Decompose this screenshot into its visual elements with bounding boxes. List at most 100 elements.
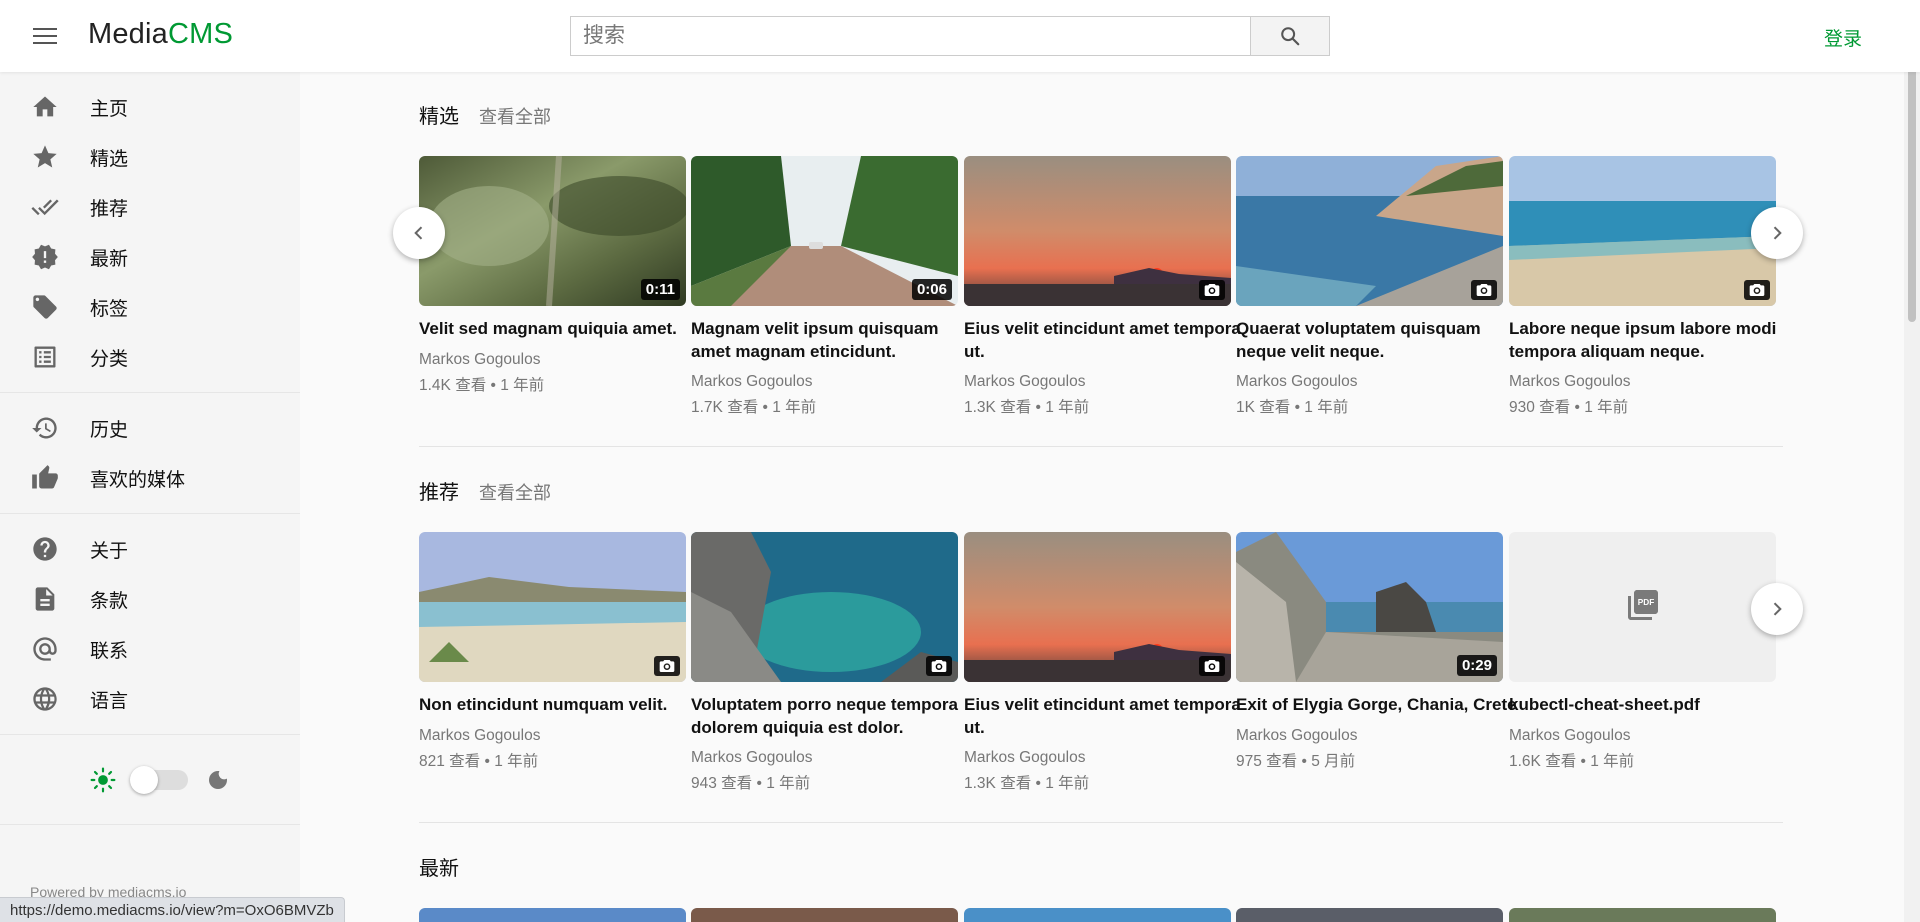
media-author[interactable]: Markos Gogoulos bbox=[691, 749, 812, 767]
media-thumbnail[interactable]: 0:29 bbox=[1236, 532, 1503, 682]
sidebar-item-label: 分类 bbox=[90, 348, 129, 370]
media-author[interactable]: Markos Gogoulos bbox=[1236, 727, 1357, 745]
media-meta: 1.3K 查看 • 1 年前 bbox=[964, 775, 1090, 792]
title-line: Labore neque ipsum labore modi bbox=[1509, 319, 1777, 338]
camera-icon bbox=[1476, 284, 1492, 296]
media-meta: 1.7K 查看 • 1 年前 bbox=[691, 399, 817, 416]
media-author[interactable]: Markos Gogoulos bbox=[964, 749, 1085, 767]
media-title[interactable]: Velit sed magnam quiquia amet. bbox=[419, 317, 691, 340]
media-title[interactable]: Eius velit etincidunt amet tempora ut. bbox=[964, 317, 1241, 363]
sidebar-item-contact[interactable]: 联系 bbox=[0, 624, 300, 674]
sidebar-item-terms[interactable]: 条款 bbox=[0, 574, 300, 624]
media-thumbnail[interactable]: PDF bbox=[1509, 532, 1776, 682]
camera-icon bbox=[1749, 284, 1765, 296]
media-author[interactable]: Markos Gogoulos bbox=[1509, 373, 1630, 391]
sidebar-item-label: 标签 bbox=[90, 298, 129, 320]
list-icon bbox=[34, 346, 56, 368]
media-thumbnail[interactable] bbox=[1509, 908, 1776, 922]
media-author[interactable]: Markos Gogoulos bbox=[691, 373, 812, 391]
logo[interactable]: MediaCMS bbox=[88, 18, 233, 51]
media-title[interactable]: Labore neque ipsum labore modi tempora al… bbox=[1509, 317, 1781, 363]
media-thumbnail[interactable] bbox=[964, 156, 1231, 306]
duration-badge: 0:29 bbox=[1456, 655, 1497, 676]
sidebar-user-group: 历史 喜欢的媒体 bbox=[0, 393, 300, 514]
moon-icon bbox=[209, 770, 227, 789]
section-title: 推荐 bbox=[419, 482, 459, 504]
media-thumbnail[interactable] bbox=[419, 908, 686, 922]
toggle-knob[interactable] bbox=[130, 765, 158, 794]
search-input[interactable] bbox=[570, 16, 1250, 56]
media-thumbnail[interactable]: 0:06 bbox=[691, 156, 958, 306]
carousel-next-button[interactable] bbox=[1751, 207, 1803, 259]
sidebar-item-label: 喜欢的媒体 bbox=[90, 469, 186, 491]
media-author[interactable]: Markos Gogoulos bbox=[419, 351, 540, 369]
sidebar-item-recommended[interactable]: 推荐 bbox=[0, 182, 300, 232]
media-thumbnail[interactable] bbox=[1236, 908, 1503, 922]
media-thumbnail[interactable] bbox=[419, 532, 686, 682]
carousel-next-button[interactable] bbox=[1751, 583, 1803, 635]
media-title[interactable]: Voluptatem porro neque tempora dolorem qu… bbox=[691, 693, 963, 739]
help-icon bbox=[33, 537, 57, 561]
sidebar-item-about[interactable]: 关于 bbox=[0, 524, 300, 574]
carousel-prev-button[interactable] bbox=[393, 207, 445, 259]
sidebar-item-label: 关于 bbox=[90, 540, 129, 562]
tag-icon bbox=[33, 295, 57, 319]
sidebar-item-home[interactable]: 主页 bbox=[0, 82, 300, 132]
media-meta: 943 查看 • 1 年前 bbox=[691, 775, 811, 792]
photo-badge bbox=[1199, 656, 1225, 676]
media-thumbnail[interactable]: 0:11 bbox=[419, 156, 686, 306]
media-author[interactable]: Markos Gogoulos bbox=[1236, 373, 1357, 391]
media-title[interactable]: Non etincidunt numquam velit. bbox=[419, 693, 691, 716]
hamburger-menu-icon[interactable] bbox=[28, 22, 62, 50]
media-title[interactable]: Magnam velit ipsum quisquam amet magnam e… bbox=[691, 317, 963, 363]
media-thumbnail[interactable] bbox=[964, 532, 1231, 682]
sidebar-item-categories[interactable]: 分类 bbox=[0, 332, 300, 382]
sidebar-item-label: 推荐 bbox=[90, 198, 129, 220]
home-icon bbox=[33, 96, 57, 117]
view-all-link[interactable]: 查看全部 bbox=[479, 103, 551, 129]
sidebar-item-tags[interactable]: 标签 bbox=[0, 282, 300, 332]
media-title[interactable]: Quaerat voluptatem quisquam neque velit n… bbox=[1236, 317, 1508, 363]
media-meta: 975 查看 • 5 月前 bbox=[1236, 753, 1356, 770]
chevron-left-icon bbox=[414, 226, 423, 240]
media-thumbnail[interactable] bbox=[691, 532, 958, 682]
sun-icon bbox=[90, 767, 116, 792]
media-author[interactable]: Markos Gogoulos bbox=[964, 373, 1085, 391]
sidebar-item-liked-media[interactable]: 喜欢的媒体 bbox=[0, 453, 300, 503]
section-recommended: 推荐 查看全部 bbox=[419, 476, 1783, 505]
at-icon bbox=[33, 637, 57, 661]
media-title[interactable]: Eius velit etincidunt amet tempora ut. bbox=[964, 693, 1241, 739]
pdf-file-icon: PDF bbox=[1628, 590, 1658, 620]
media-thumbnail[interactable] bbox=[691, 908, 958, 922]
view-all-link[interactable]: 查看全部 bbox=[479, 479, 551, 505]
sidebar-item-latest[interactable]: 最新 bbox=[0, 232, 300, 282]
thumbs-up-icon bbox=[32, 465, 58, 489]
title-line: ut. bbox=[964, 718, 985, 737]
media-thumbnail[interactable] bbox=[1509, 156, 1776, 306]
media-author[interactable]: Markos Gogoulos bbox=[419, 727, 540, 745]
media-thumbnail[interactable] bbox=[964, 908, 1231, 922]
sidebar-item-label: 条款 bbox=[90, 590, 129, 612]
star-icon bbox=[33, 145, 57, 168]
search-button[interactable] bbox=[1250, 16, 1330, 56]
section-featured: 精选 查看全部 bbox=[419, 100, 1783, 129]
media-author[interactable]: Markos Gogoulos bbox=[1509, 727, 1630, 745]
sidebar-item-featured[interactable]: 精选 bbox=[0, 132, 300, 182]
media-title[interactable]: Exit of Elygia Gorge, Chania, Crete bbox=[1236, 693, 1517, 716]
title-line: Velit sed magnam quiquia amet. bbox=[419, 319, 677, 338]
media-thumbnail[interactable] bbox=[1236, 156, 1503, 306]
section-divider bbox=[419, 446, 1783, 447]
sidebar-item-language[interactable]: 语言 bbox=[0, 674, 300, 724]
dark-mode-toggle[interactable] bbox=[130, 765, 188, 794]
title-line: dolorem quiquia est dolor. bbox=[691, 718, 904, 737]
login-link[interactable]: 登录 bbox=[1824, 24, 1862, 51]
sidebar-item-history[interactable]: 历史 bbox=[0, 403, 300, 453]
duration-badge: 0:06 bbox=[911, 279, 952, 300]
media-title[interactable]: kubectl-cheat-sheet.pdf bbox=[1509, 693, 1781, 716]
page-scrollbar[interactable] bbox=[1904, 0, 1920, 922]
section-divider bbox=[419, 822, 1783, 823]
search-icon bbox=[1281, 27, 1300, 46]
title-line: Eius velit etincidunt amet tempora bbox=[964, 695, 1241, 714]
title-line: ut. bbox=[964, 342, 985, 361]
document-icon bbox=[35, 587, 55, 611]
